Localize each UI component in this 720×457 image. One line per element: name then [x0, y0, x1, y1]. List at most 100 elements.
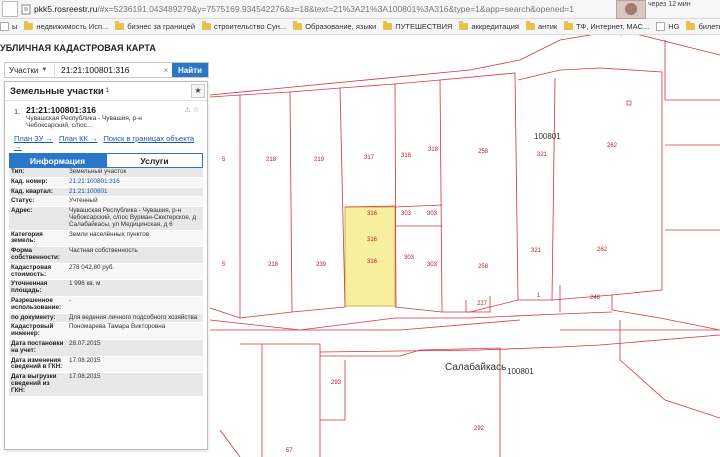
property-value: Земли населённых пунктов — [69, 230, 150, 238]
address-bar[interactable]: pkk5.rosreestr.ru/#x=5236191.043489279&y… — [0, 0, 720, 19]
parcel-number-label: 316 — [367, 237, 378, 243]
property-value: Для ведения личного подсобного хозяйства — [69, 313, 198, 321]
property-row: Категория земель: Земли населённых пункто… — [9, 230, 203, 248]
bookmark-item[interactable]: строительство Сун... — [202, 21, 287, 31]
property-row: Тип: Земельный участок — [9, 168, 203, 178]
property-row: Дата выгрузки сведений из ГКН: 17.08.2015 — [9, 373, 203, 397]
parcel-number-label: 262 — [607, 143, 618, 149]
page-title: УБЛИЧНАЯ КАДАСТРОВАЯ КАРТА — [0, 43, 157, 53]
bookmark-item[interactable]: аккредитация — [459, 21, 519, 31]
tab-info[interactable]: Информация — [9, 153, 106, 168]
property-value[interactable]: 21:21:100801 — [67, 188, 203, 197]
bookmark-item[interactable]: антик — [525, 21, 557, 31]
star-icon[interactable]: ★ — [191, 84, 205, 98]
clear-icon[interactable]: × — [160, 66, 172, 75]
bookmark-item[interactable]: ТФ, Интернет, МАС... — [564, 21, 650, 31]
parcel-number-label: 227 — [477, 301, 488, 307]
parcel-number-label: 258 — [478, 149, 489, 155]
property-label: Статус: — [11, 197, 35, 205]
property-label: Категория земель: — [11, 230, 43, 245]
property-value[interactable]: 21:21:100801:316 — [67, 178, 203, 187]
bookmarks-bar: ы недвижимость Исп... бизнес за границей ст… — [0, 19, 720, 35]
parcel-number-label: 316 — [367, 211, 378, 217]
property-row: Кад. номер: 21:21:100801:316 — [9, 177, 203, 188]
parcel-number-label: 5 — [222, 157, 226, 163]
highlighted-parcel[interactable] — [344, 206, 396, 307]
property-value: 28.07.2015 — [69, 339, 101, 347]
property-label: Кад. номер: — [11, 177, 48, 185]
property-row: Форма собственности: Частная собственност… — [9, 247, 203, 264]
panel-tabs: Информация Услуги — [9, 153, 203, 168]
result-number: 1. — [14, 107, 21, 116]
panel-title: Земельные участки — [10, 85, 104, 97]
parcel-number-label: 318 — [401, 153, 412, 159]
notification-text: через 12 мин — [648, 1, 691, 8]
property-row: по документу: Для ведения личного подсобн… — [9, 313, 203, 324]
url-host: pkk5.rosreestr.ru — [34, 4, 98, 14]
panel-count: 1 — [105, 88, 110, 94]
parcel-number-label: 316 — [367, 259, 378, 265]
result-cad-number[interactable]: 21:21:100801:316 — [26, 105, 202, 115]
folder-icon — [115, 21, 125, 30]
property-value: 1 996 кв. м — [69, 280, 101, 288]
property-value: - — [69, 296, 72, 304]
bookmark-item[interactable]: Образование, языки — [293, 21, 377, 31]
url-rest: /#x=5236191.043489279&y=7575169.93454227… — [97, 4, 574, 14]
bookmark-label: ТФ, Интернет, МАС... — [576, 22, 650, 31]
parcel-number-label: 218 — [266, 157, 277, 163]
bookmark-item[interactable]: ы — [0, 22, 17, 31]
folder-icon — [686, 21, 696, 30]
property-row: Уточненная площадь: 1 996 кв. м — [9, 280, 203, 297]
tab-square-icon — [2, 1, 18, 17]
search-result[interactable]: 1. 21:21:100801:316 Чувашская Республика… — [5, 101, 207, 129]
notification-avatar[interactable] — [616, 0, 646, 19]
parcel-number-label: 100801 — [507, 367, 534, 376]
parcel-number-label: 321 — [531, 248, 542, 254]
parcel-number-label: 292 — [474, 426, 485, 432]
parcel-number-label: 1 — [537, 293, 541, 299]
property-row: Кадастровая стоимость: 278 042,80 руб. — [9, 263, 203, 281]
bookmark-item[interactable]: недвижимость Исп... — [24, 21, 108, 31]
property-value: Земельный участок — [69, 168, 127, 175]
folder-icon — [525, 21, 535, 30]
land-plots-panel: Земельные участки 1 ★ 1. 21:21:100801:316… — [4, 81, 208, 450]
result-links: План ЗУ → План КК → Поиск в границах объек… — [14, 135, 207, 151]
parcel-number-label: 100801 — [534, 132, 561, 141]
folder-icon — [202, 21, 212, 30]
chevron-down-icon: ▼ — [41, 67, 48, 73]
bookmark-label: Образование, языки — [305, 22, 377, 31]
property-row: Дата постановки на учет: 28.07.2015 — [9, 339, 203, 357]
parcel-number-label: 317 — [364, 155, 375, 161]
bookmark-label: ы — [12, 22, 18, 31]
property-row: Кадастровый инженер: Пономарева Тамара Ви… — [9, 323, 203, 340]
bookmark-label: билеты концерты — [698, 22, 720, 31]
bookmark-label: строительство Сун... — [214, 22, 287, 31]
property-value: 278 042,80 руб. — [69, 263, 115, 271]
tab-services[interactable]: Услуги — [106, 153, 203, 168]
search-input[interactable]: 21:21:100801:316 — [55, 65, 160, 75]
property-value: Частная собственность — [69, 247, 138, 255]
bookmark-item[interactable]: HG — [656, 22, 679, 31]
plan-kk-link[interactable]: План КК → — [59, 134, 98, 143]
property-label: Кадастровая стоимость: — [11, 263, 52, 278]
property-value: Учтенный — [69, 197, 98, 205]
search-bar: Участки ▼ 21:21:100801:316 × Найти — [4, 62, 209, 78]
property-row: Дата изменения сведений в ГКН: 17.08.2015 — [9, 356, 203, 374]
parcel-number-label: 262 — [597, 247, 608, 253]
property-label: Уточненная площадь: — [11, 280, 48, 295]
bookmark-item[interactable]: бизнес за границей — [115, 21, 195, 31]
bookmark-item[interactable]: ПУТЕШЕСТВИЯ — [383, 21, 452, 31]
search-button[interactable]: Найти — [172, 63, 208, 77]
bookmark-icon — [656, 22, 666, 31]
properties-table: Тип: Земельный участок Кад. номер: 21:21:10… — [9, 168, 203, 397]
parcel-number-label: 321 — [537, 152, 548, 158]
url-text[interactable]: pkk5.rosreestr.ru/#x=5236191.043489279&y… — [34, 4, 634, 14]
parcel-number-label: 303 — [427, 262, 438, 268]
parcel-number-label: 303 — [427, 211, 438, 217]
property-label: по документу: — [11, 313, 56, 321]
folder-icon — [383, 21, 393, 30]
result-icons[interactable]: ⚠ ☆ — [185, 106, 200, 114]
bookmark-item[interactable]: билеты концерты — [686, 21, 720, 31]
search-type-select[interactable]: Участки ▼ — [5, 63, 55, 77]
folder-icon — [459, 21, 469, 30]
